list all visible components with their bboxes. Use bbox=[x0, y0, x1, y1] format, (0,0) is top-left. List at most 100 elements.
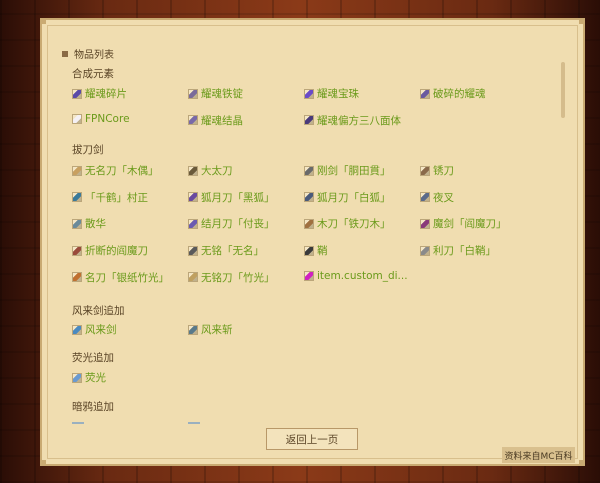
item-link[interactable]: 耀魂结晶 bbox=[188, 113, 243, 128]
item-icon bbox=[188, 192, 198, 203]
item-icon bbox=[188, 218, 198, 229]
item-link[interactable]: 风来剑 bbox=[72, 322, 117, 337]
item-icon bbox=[72, 165, 82, 176]
item-label: 无名刀「木偶」 bbox=[85, 165, 159, 177]
item-label: FPNCore bbox=[85, 112, 130, 125]
item-link[interactable]: 木刀「铁刀木」 bbox=[304, 216, 391, 231]
item-icon bbox=[72, 372, 82, 383]
item-icon bbox=[420, 245, 430, 256]
item-label: 折断的阎魔刀 bbox=[85, 245, 148, 258]
item-icon bbox=[304, 245, 314, 256]
section-title: 拔刀剑 bbox=[72, 144, 104, 156]
item-label: 耀魂铁锭 bbox=[201, 88, 243, 100]
partial-item-icon bbox=[188, 422, 200, 424]
item-link[interactable]: 「千鹤」村正 bbox=[72, 190, 148, 205]
item-icon bbox=[304, 115, 314, 126]
item-icon bbox=[420, 192, 430, 203]
item-label: 大太刀 bbox=[201, 165, 233, 177]
bullet-icon bbox=[62, 50, 68, 57]
section-title: 风来剑追加 bbox=[72, 305, 125, 317]
item-link[interactable]: 夜叉 bbox=[420, 190, 454, 205]
item-link[interactable]: FPNCore bbox=[72, 113, 130, 125]
item-link[interactable]: 无铭「无名」 bbox=[188, 243, 264, 258]
item-label: 耀魂结晶 bbox=[201, 114, 243, 127]
item-icon bbox=[188, 324, 198, 335]
item-icon bbox=[188, 272, 198, 283]
item-label: 魔剑「阎魔刀」 bbox=[433, 218, 507, 231]
item-link[interactable]: 大太刀 bbox=[188, 163, 233, 178]
item-label: 风来剑 bbox=[85, 324, 117, 336]
scrollbar-thumb[interactable] bbox=[561, 62, 565, 118]
item-label: 耀魂宝珠 bbox=[317, 88, 359, 100]
item-label: 耀魂碎片 bbox=[85, 88, 127, 100]
item-icon bbox=[72, 192, 82, 203]
corner-ornament bbox=[579, 18, 585, 24]
item-label: 耀魂偏方三八面体 bbox=[317, 114, 401, 127]
back-button[interactable]: 返回上一页 bbox=[266, 428, 358, 450]
item-label: 名刀「银纸竹光」 bbox=[85, 271, 169, 284]
item-icon bbox=[188, 88, 198, 99]
section-title: 合成元素 bbox=[72, 68, 114, 80]
item-link[interactable]: 耀魂偏方三八面体 bbox=[304, 113, 401, 128]
item-list-panel: 物品列表 合成元素 拔刀剑 风来剑追加 荧光追加 暗鸦追加 耀魂碎片 耀魂铁锭 耀魂… bbox=[40, 18, 585, 466]
item-icon bbox=[188, 245, 198, 256]
item-label: 狐月刀「白狐」 bbox=[317, 191, 391, 204]
item-link[interactable]: 鞘 bbox=[304, 243, 328, 258]
corner-ornament bbox=[40, 460, 46, 466]
item-link[interactable]: 散华 bbox=[72, 216, 106, 231]
item-link[interactable]: 无铭刀「竹光」 bbox=[188, 270, 275, 285]
item-icon bbox=[304, 218, 314, 229]
item-link[interactable]: 锈刀 bbox=[420, 163, 454, 178]
section-title: 荧光追加 bbox=[72, 352, 114, 364]
item-label: 锈刀 bbox=[433, 165, 454, 177]
item-icon bbox=[72, 88, 82, 99]
item-link[interactable]: 魔剑「阎魔刀」 bbox=[420, 216, 507, 231]
item-label: 木刀「铁刀木」 bbox=[317, 218, 391, 231]
item-link[interactable]: 耀魂铁锭 bbox=[188, 86, 243, 101]
item-label: 荧光 bbox=[85, 372, 106, 384]
item-icon bbox=[420, 165, 430, 176]
corner-ornament bbox=[40, 18, 46, 24]
item-icon bbox=[304, 165, 314, 176]
item-label: 鞘 bbox=[317, 245, 328, 258]
item-link[interactable]: 风来斩 bbox=[188, 322, 233, 337]
item-link[interactable]: 狐月刀「黑狐」 bbox=[188, 190, 275, 205]
item-label: 风来斩 bbox=[201, 324, 233, 336]
item-link[interactable]: item.custom_di... bbox=[304, 270, 408, 282]
item-label: 刚剑「胴田貫」 bbox=[317, 165, 391, 177]
item-label: 夜叉 bbox=[433, 191, 454, 204]
list-header: 物品列表 bbox=[62, 46, 114, 61]
item-link[interactable]: 名刀「银纸竹光」 bbox=[72, 270, 169, 285]
item-icon bbox=[188, 165, 198, 176]
item-icon bbox=[304, 192, 314, 203]
item-label: 利刀「白鞘」 bbox=[433, 245, 496, 258]
item-icon bbox=[72, 218, 82, 229]
item-link[interactable]: 刚剑「胴田貫」 bbox=[304, 163, 391, 178]
section-title: 暗鸦追加 bbox=[72, 401, 114, 413]
list-title: 物品列表 bbox=[74, 50, 114, 61]
item-link[interactable]: 荧光 bbox=[72, 370, 106, 385]
item-icon bbox=[188, 115, 198, 126]
corner-ornament bbox=[579, 460, 585, 466]
item-icon bbox=[420, 218, 430, 229]
item-label: item.custom_di... bbox=[317, 269, 408, 282]
item-label: 散华 bbox=[85, 218, 106, 231]
item-icon bbox=[304, 88, 314, 99]
item-link[interactable]: 无名刀「木偶」 bbox=[72, 163, 159, 178]
item-icon bbox=[420, 88, 430, 99]
item-label: 破碎的耀魂 bbox=[433, 88, 486, 100]
item-label: 「千鹤」村正 bbox=[85, 191, 148, 204]
item-label: 狐月刀「黑狐」 bbox=[201, 191, 275, 204]
item-icon bbox=[72, 272, 82, 283]
item-link[interactable]: 结月刀「付丧」 bbox=[188, 216, 275, 231]
item-link[interactable]: 狐月刀「白狐」 bbox=[304, 190, 391, 205]
item-link[interactable]: 折断的阎魔刀 bbox=[72, 243, 148, 258]
partial-item-icon bbox=[72, 422, 84, 424]
item-link[interactable]: 耀魂碎片 bbox=[72, 86, 127, 101]
item-link[interactable]: 破碎的耀魂 bbox=[420, 86, 486, 101]
item-label: 结月刀「付丧」 bbox=[201, 218, 275, 231]
item-icon bbox=[304, 270, 314, 281]
item-link[interactable]: 利刀「白鞘」 bbox=[420, 243, 496, 258]
item-link[interactable]: 耀魂宝珠 bbox=[304, 86, 359, 101]
item-icon bbox=[72, 113, 82, 124]
